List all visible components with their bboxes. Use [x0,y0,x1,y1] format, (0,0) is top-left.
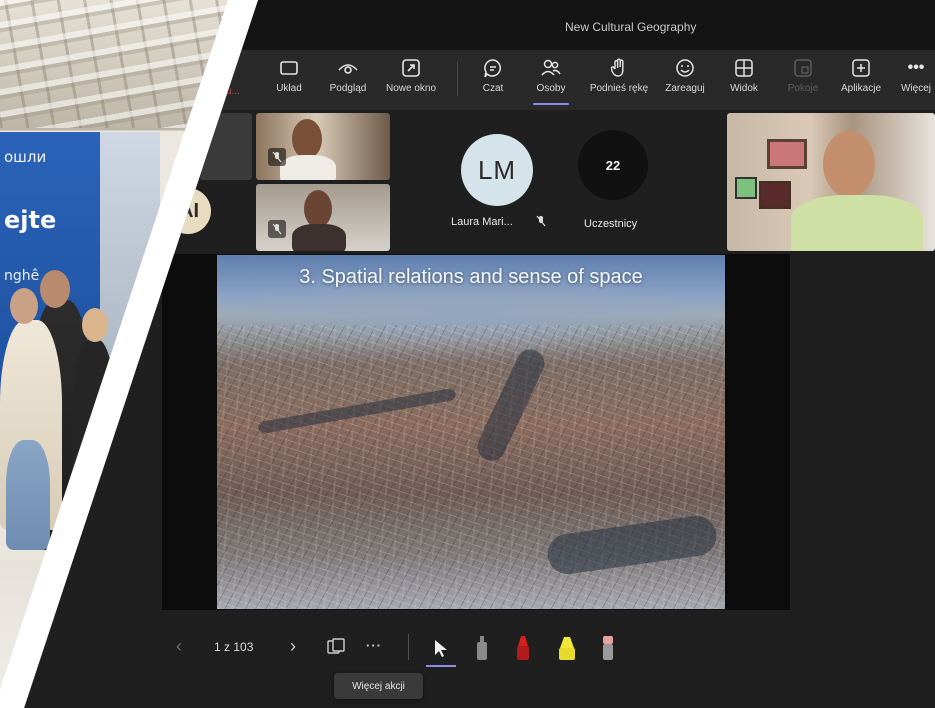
participant-body [280,155,336,180]
slide-page-counter: 1 z 103 [214,640,254,654]
people-button[interactable]: Osoby [516,56,586,105]
preview-button[interactable]: Podgląd [313,56,383,104]
video-tile-partial[interactable] [200,113,252,180]
wall-picture [759,181,791,209]
mic-off-icon [536,214,546,232]
mic-off-icon [268,220,286,238]
participant-count-label: Uczestnicy [584,218,638,230]
participant-head [823,131,875,197]
banner-text-line3: nghê [4,268,40,284]
pen-gray-button[interactable] [474,634,490,667]
video-tile-woman-2[interactable] [256,184,390,251]
pointer-arrow-icon [435,640,447,657]
mic-off-icon [268,148,286,166]
view-label: Widok [730,83,758,94]
smiley-icon [674,56,696,80]
person-head [10,288,38,324]
more-icon: ••• [907,59,925,76]
ceiling-lights [0,0,228,128]
banner-text-line1: ошли [4,148,47,166]
slide-title: 3. Spatial relations and sense of space [299,266,643,288]
thumbnails-icon [327,638,345,654]
wall-picture [735,177,757,199]
highlighter-yellow-button[interactable] [556,634,578,667]
presentation-slide: 3. Spatial relations and sense of space [217,255,725,609]
avatar-ai[interactable]: AI [165,188,211,234]
participant-body [791,195,923,251]
chat-icon [482,56,504,80]
video-tile-woman-1[interactable] [256,113,390,180]
more-label: Więcej [900,83,931,94]
laser-pointer-button[interactable] [432,638,450,663]
avatar-laura[interactable]: LM [461,134,533,206]
banner-text-line2: ejte [4,206,57,234]
active-tool-indicator [426,665,456,667]
grid-icon [734,56,754,80]
wall-picture [767,139,807,169]
more-button[interactable]: ••• Więcej [886,56,935,104]
video-tile-man[interactable] [727,113,935,251]
layout-label: Układ [276,83,302,94]
apps-label: Aplikacje [840,83,882,94]
raise-hand-label: Podnieś rękę [589,83,649,94]
participant-body [292,224,346,251]
highlighter-yellow-icon [559,637,575,660]
new-window-label: Nowe okno [385,83,437,94]
participant-head [292,119,322,159]
pen-red-icon [517,636,529,660]
window-title: New Cultural Geography [565,20,697,34]
rooms-icon [793,56,813,80]
people-icon [540,56,562,80]
controls-separator [408,634,409,660]
more-actions-tooltip: Więcej akcji [334,673,423,699]
toolbar-clipped-label: u... [226,86,240,97]
participant-head [304,190,332,228]
react-label: Zareaguj [665,83,705,94]
rooms-label: Pokoje [787,83,819,94]
participant-name: Laura Mari... [451,216,513,228]
active-tab-indicator [533,103,569,105]
city-aerial-photo [217,325,725,609]
pop-out-icon [401,56,421,80]
people-label: Osoby [536,83,566,94]
raise-hand-icon [609,56,629,80]
plus-box-icon [851,56,871,80]
pen-gray-icon [477,636,487,660]
participant-count-badge[interactable]: 22 [578,130,648,200]
slide-sorter-button[interactable] [326,638,346,661]
person-jeans [6,440,50,550]
chat-label: Czat [482,83,504,94]
previous-slide-button[interactable]: ‹ [176,636,182,657]
preview-label: Podgląd [329,83,367,94]
eraser-icon [603,636,613,660]
new-window-button[interactable]: Nowe okno [376,56,446,104]
layout-icon [279,56,299,80]
person-head [40,270,70,308]
more-actions-button[interactable]: ··· [366,638,382,653]
eye-icon [337,56,359,80]
person-head [82,308,108,342]
next-slide-button[interactable]: › [290,636,296,657]
raise-hand-button[interactable]: Podnieś rękę [584,56,654,104]
eraser-button[interactable] [600,634,616,667]
pen-red-button[interactable] [514,634,532,667]
